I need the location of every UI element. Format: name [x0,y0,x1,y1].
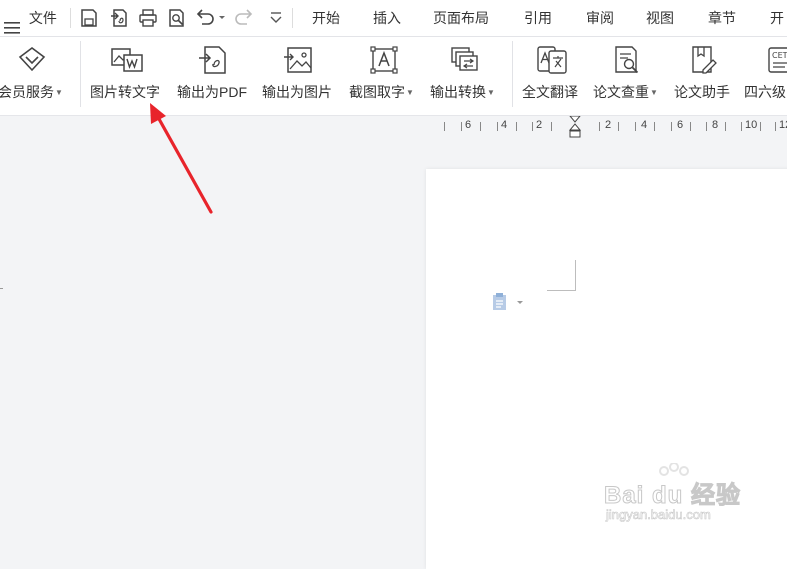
export-pdf-quick-icon[interactable] [108,7,130,29]
ruler-tick [775,122,776,131]
paper-check-button[interactable]: 论文查重▼ [590,37,668,115]
undo-button[interactable] [195,7,225,29]
redo-icon[interactable] [233,7,255,29]
tab-insert[interactable]: 插入 [373,0,401,36]
ruler-label: 2 [605,119,612,131]
cet-button[interactable]: CET 四六级 [742,37,787,115]
ribbon-toolbar: 会员服务▼ 图片转文字 输出为PDF 输出为图片 截图取字▼ 输出转换▼ 全文翻… [0,37,787,116]
export-image-button[interactable]: 输出为图片 [260,37,340,115]
export-image-icon [284,45,314,75]
hamburger-icon [4,11,20,34]
ruler-label: 4 [641,119,648,131]
output-convert-icon [450,45,480,75]
dropdown-caret-icon: ▼ [406,88,414,97]
main-menu-button[interactable]: 文件 [4,0,57,36]
ruler-tick [760,122,761,131]
ruler-label: 2 [536,119,543,131]
ruler-tick [635,122,636,131]
paste-options-icon[interactable] [492,293,526,318]
ruler-tick [461,122,462,131]
ruler-label: 6 [465,119,472,131]
svg-text:CET: CET [772,51,787,60]
tab-start[interactable]: 开始 [312,0,340,36]
screenshot-text-button[interactable]: 截图取字▼ [347,37,425,115]
tab-references[interactable]: 引用 [524,0,552,36]
margin-corner-mark [547,260,576,291]
ruler-label: 8 [712,119,719,131]
watermark-url: jingyan.baidu.com [606,507,711,523]
horizontal-ruler[interactable]: 6 4 2 2 4 6 8 10 12 [0,115,787,138]
paper-assistant-label: 论文助手 [674,84,730,100]
divider [292,8,293,28]
ruler-tick [725,122,726,131]
paper-assistant-button[interactable]: 论文助手 [672,37,738,115]
file-menu-label: 文件 [28,10,57,26]
ruler-tick [706,122,707,131]
tab-page-layout[interactable]: 页面布局 [433,0,489,36]
ruler-tick [618,122,619,131]
print-preview-icon[interactable] [166,7,188,29]
screenshot-text-label: 截图取字 [349,84,405,100]
cet-icon: CET [766,45,787,75]
dropdown-caret-icon: ▼ [487,88,495,97]
tab-review[interactable]: 审阅 [586,0,614,36]
watermark-brand: Bai du 经验 [604,482,742,510]
ruler-tick [741,122,742,131]
tab-developer[interactable]: 开 [770,0,784,36]
customize-toolbar-icon[interactable] [265,7,287,29]
image-to-text-label: 图片转文字 [90,84,160,100]
ruler-label: 4 [501,119,508,131]
screenshot-text-icon [369,45,399,75]
output-convert-button[interactable]: 输出转换▼ [428,37,508,115]
paper-check-icon [612,45,642,75]
ruler-tick [532,122,533,131]
export-pdf-label: 输出为PDF [177,84,247,100]
ruler-label: 10 [745,119,758,131]
diamond-icon [17,45,47,75]
full-text-translate-label: 全文翻译 [522,84,578,100]
export-image-label: 输出为图片 [262,84,332,100]
member-services-button[interactable]: 会员服务▼ [0,37,70,115]
dropdown-caret-icon: ▼ [650,88,658,97]
print-icon[interactable] [137,7,159,29]
ruler-tick [654,122,655,131]
ruler-tick [480,122,481,131]
ruler-tick [516,122,517,131]
menu-bar: 文件 开始 插入 页面布局 引用 审阅 视图 章节 开 [0,0,787,37]
dropdown-caret-icon: ▼ [55,88,63,97]
ruler-tick [599,122,600,131]
ruler-label: 6 [677,119,684,131]
ruler-tick [671,122,672,131]
divider [80,41,81,107]
ruler-tick [551,122,552,131]
divider [70,8,71,28]
image-to-text-icon [111,45,143,75]
tab-view[interactable]: 视图 [646,0,674,36]
left-scroll-marker [0,288,3,289]
tab-chapter[interactable]: 章节 [708,0,736,36]
annotation-arrow [150,103,213,214]
indent-marker[interactable] [568,115,582,138]
ruler-tick [444,122,445,131]
output-convert-label: 输出转换 [430,84,486,100]
translate-icon [536,45,567,75]
ruler-tick [497,122,498,131]
paper-assistant-icon [689,45,719,75]
ruler-label: 12 [779,119,787,131]
cet-label: 四六级 [744,84,786,100]
ruler-tick [690,122,691,131]
paper-check-label: 论文查重 [593,84,649,100]
export-pdf-icon [198,45,228,75]
divider [512,41,513,107]
member-services-label: 会员服务 [0,84,54,100]
full-text-translate-button[interactable]: 全文翻译 [519,37,587,115]
baidu-watermark: Bai du 经验 jingyan.baidu.com [604,462,749,530]
save-icon[interactable] [78,7,100,29]
